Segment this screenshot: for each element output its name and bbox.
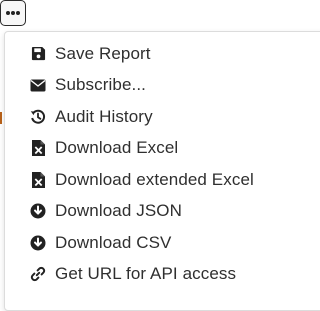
more-options-menu: Save Report Subscribe... Audit History D…	[4, 31, 320, 311]
save-icon	[29, 45, 47, 63]
ellipsis-dot	[11, 11, 15, 15]
history-icon	[29, 108, 47, 126]
menu-item-label: Download JSON	[55, 201, 182, 221]
menu-item-download-json[interactable]: Download JSON	[5, 196, 320, 228]
menu-item-label: Download extended Excel	[55, 169, 254, 189]
menu-item-label: Audit History	[55, 106, 153, 126]
menu-item-download-csv[interactable]: Download CSV	[5, 227, 320, 259]
link-icon	[29, 265, 47, 283]
menu-item-audit-history[interactable]: Audit History	[5, 101, 320, 133]
menu-list: Save Report Subscribe... Audit History D…	[5, 38, 320, 290]
menu-item-label: Get URL for API access	[55, 264, 237, 284]
menu-item-download-excel[interactable]: Download Excel	[5, 133, 320, 165]
page-edge-marker	[0, 112, 2, 124]
menu-item-label: Save Report	[55, 43, 151, 63]
file-excel-icon	[29, 139, 47, 157]
menu-item-subscribe[interactable]: Subscribe...	[5, 70, 320, 102]
menu-item-label: Download CSV	[55, 232, 172, 252]
menu-item-download-extended-excel[interactable]: Download extended Excel	[5, 164, 320, 196]
ellipsis-dot	[16, 11, 21, 15]
menu-item-label: Download Excel	[55, 138, 179, 158]
menu-item-label: Subscribe...	[55, 75, 146, 95]
file-excel-icon	[29, 171, 47, 189]
download-circle-icon	[29, 234, 47, 252]
more-options-button[interactable]	[0, 0, 26, 26]
menu-item-get-api-url[interactable]: Get URL for API access	[5, 259, 320, 291]
ellipsis-icon	[5, 11, 10, 15]
download-circle-icon	[29, 202, 47, 220]
menu-item-save-report[interactable]: Save Report	[5, 38, 320, 70]
envelope-icon	[29, 76, 47, 94]
